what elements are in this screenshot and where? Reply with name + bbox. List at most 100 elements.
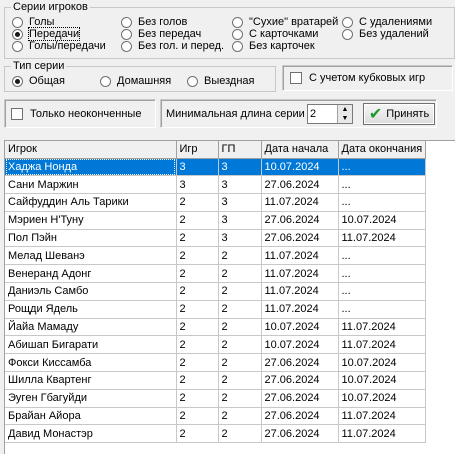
col-start-date-cell: 27.06.2024 [261,407,339,426]
col-end-date-header[interactable]: Дата окончания [338,141,427,159]
col-player-cell: Шилла Квартенг [5,371,177,390]
radio-assists[interactable]: Передачи [12,27,81,41]
radio-button-circle[interactable] [12,40,23,52]
unfinished-only-checkbox[interactable]: Только неоконченные [11,108,141,120]
col-start-date-header[interactable]: Дата начала [261,141,339,159]
col-end-date-cell: 10.07.2024 [338,389,427,408]
radio-label: "Сухие" вратарей [249,16,339,28]
radio-button-circle[interactable] [232,16,243,28]
col-end-date-cell: ... [338,300,427,319]
col-end-date-cell: ... [338,175,427,195]
col-start-date-cell: 27.06.2024 [261,175,339,195]
cup-games-checkbox[interactable]: С учетом кубковых игр [290,72,425,84]
col-start-date-cell: 10.07.2024 [261,318,339,337]
radio-no-goals-assists[interactable]: Без гол. и перед. [121,40,224,52]
radio-button-circle[interactable] [342,16,353,28]
radio-button-circle[interactable] [232,40,243,52]
col-end-date-cell: 11.07.2024 [338,407,427,426]
radio-with-cards[interactable]: С карточками [232,28,318,40]
col-start-date-cell: 27.06.2024 [261,211,339,230]
table-row[interactable]: Венеранд Адонг 2 2 11.07.2024... [5,264,427,284]
col-end-date-cell: ... [338,158,427,177]
min-length-value[interactable]: 2 [308,105,337,123]
col-end-date-cell: ... [338,246,427,266]
table-row[interactable]: Йайа Мамаду 2 2 10.07.2024 11.07.2024 [5,318,427,337]
table-row[interactable]: Рощди Ядель 2 2 11.07.2024... [5,300,427,319]
radio-button-circle[interactable] [100,75,111,87]
radio-type-home[interactable]: Домашняя [100,75,171,87]
col-start-date-cell: 27.06.2024 [261,229,339,248]
radio-button-circle[interactable] [232,28,243,40]
spin-down-icon[interactable]: ▼ [338,114,352,123]
spin-up-icon[interactable]: ▲ [338,105,352,114]
radio-type-away[interactable]: Выездная [187,75,255,87]
cup-games-check-box[interactable] [290,72,302,84]
radio-button-circle[interactable] [121,16,132,28]
unfinished-only-label: Только неоконченные [30,108,142,120]
radio-goals-assists[interactable]: Голы/передачи [12,40,106,52]
col-start-date-cell: 11.07.2024 [261,282,339,301]
col-end-date-cell: 10.07.2024 [338,371,427,390]
col-gp-header[interactable]: ГП [218,141,262,159]
table-row[interactable]: Брайан Айора 2 2 27.06.2024 11.07.2024 [5,407,427,426]
table-row[interactable]: Даниэль Самбо 2 2 11.07.2024... [5,282,427,301]
col-gp-cell: 2 [218,407,262,426]
spinner-arrows[interactable]: ▲ ▼ [337,105,352,123]
radio-goals[interactable]: Голы [12,16,54,28]
radio-button-circle[interactable] [12,28,23,40]
col-gp-cell: 3 [218,193,262,212]
table-row[interactable]: Сани Маржин 3 3 27.06.2024... [5,175,427,195]
table-row[interactable]: Давид Монастэр 2 2 27.06.2024 11.07.2024 [5,424,427,444]
col-gp-cell: 2 [218,371,262,390]
col-player-cell: Пол Пэйн [5,229,177,248]
col-games-cell: 2 [176,424,219,444]
radio-no-cards[interactable]: Без карточек [232,40,315,52]
table-row[interactable]: Абишап Бигарати 2 2 10.07.2024 11.07.2024 [5,335,427,355]
series-type-title: Тип серии [11,60,67,73]
radio-button-circle[interactable] [187,75,198,87]
radio-label: С удалениями [359,16,433,28]
radio-button-circle[interactable] [121,28,132,40]
accept-button-label: Принять [386,108,430,120]
radio-label: Без голов [138,16,188,28]
col-games-cell: 2 [176,229,219,248]
checkmark-icon: ✔ [368,106,383,123]
col-games-cell: 2 [176,318,219,337]
player-series-title: Серии игроков [11,1,90,14]
series-table[interactable]: Игрок Игр ГП Дата начала Дата окончания Хадж… [4,140,455,454]
table-row[interactable]: Эугeн Гбагуйди 2 2 27.06.2024 10.07.2024 [5,389,427,408]
table-row[interactable]: Фокси Киссамба 2 2 27.06.2024 10.07.2024 [5,353,427,373]
table-row[interactable]: Пол Пэйн 2 3 27.06.2024 11.07.2024 [5,229,427,248]
col-end-date-cell: 11.07.2024 [338,229,427,248]
col-player-header[interactable]: Игрок [5,141,177,159]
col-games-cell: 2 [176,193,219,212]
radio-button-circle[interactable] [12,75,23,87]
accept-button[interactable]: ✔ Принять [363,103,435,125]
unfinished-only-check-box[interactable] [11,108,23,120]
table-row[interactable]: Мэриен Н'Туну 2 3 27.06.2024 10.07.2024 [5,211,427,230]
col-gp-cell: 2 [218,318,262,337]
col-player-cell: Мэриен Н'Туну [5,211,177,230]
table-row[interactable]: Хаджа Нонда 3 3 10.07.2024... [5,158,427,177]
col-games-cell: 2 [176,407,219,426]
table-row[interactable]: Мелад Шеванэ 2 2 11.07.2024... [5,246,427,266]
min-length-spinner[interactable]: 2 ▲ ▼ [307,104,353,124]
col-gp-cell: 3 [218,211,262,230]
col-player-cell: Йайа Мамаду [5,318,177,337]
radio-no-goals[interactable]: Без голов [121,16,187,28]
radio-button-circle[interactable] [12,16,23,28]
radio-button-circle[interactable] [121,40,132,52]
radio-type-overall[interactable]: Общая [12,75,65,87]
col-games-header[interactable]: Игр [176,141,219,159]
table-row[interactable]: Шилла Квартенг 2 2 27.06.2024 10.07.2024 [5,371,427,390]
col-end-date-cell: 10.07.2024 [338,211,427,230]
table-row[interactable]: Сайфуддин Аль Тарики 2 3 11.07.2024... [5,193,427,212]
radio-label: Голы [29,16,55,28]
radio-with-sendoffs[interactable]: С удалениями [342,16,432,28]
col-games-cell: 3 [176,175,219,195]
radio-no-sendoffs[interactable]: Без удалений [342,28,429,40]
radio-no-assists[interactable]: Без передач [121,28,201,40]
radio-button-circle[interactable] [342,28,353,40]
radio-clean-sheets[interactable]: "Сухие" вратарей [232,16,338,28]
col-end-date-cell: ... [338,193,427,212]
